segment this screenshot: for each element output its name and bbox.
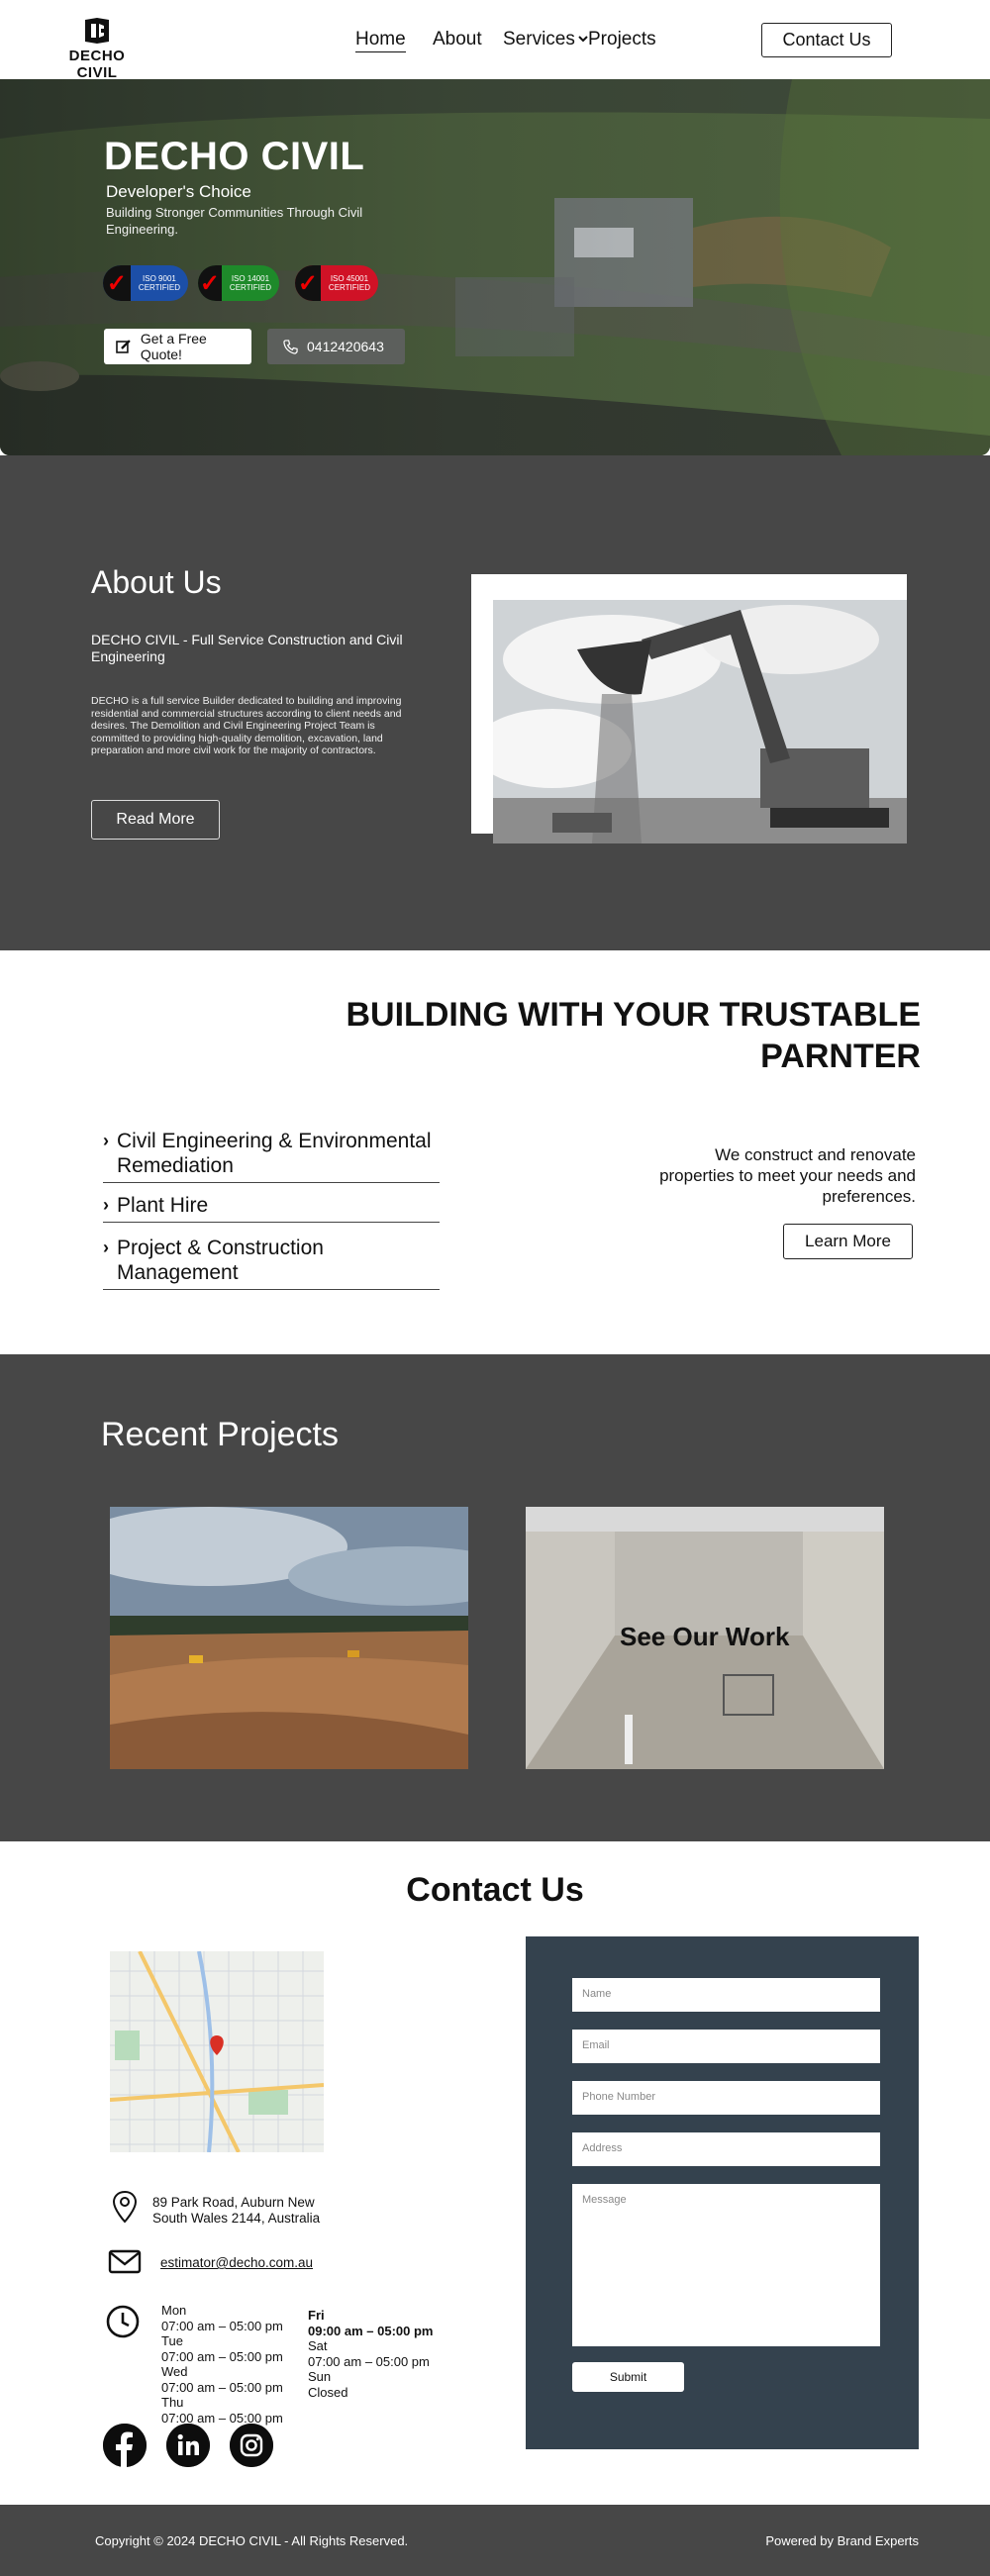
chevron-right-icon: › — [103, 1195, 109, 1215]
hours-time: 07:00 am – 05:00 pm — [161, 2318, 283, 2333]
nav-projects[interactable]: Projects — [588, 29, 656, 50]
hours-day: Fri — [308, 2308, 325, 2323]
about-section: About Us DECHO CIVIL - Full Service Cons… — [0, 455, 990, 950]
iso-9001-badge: ✓ ISO 9001 CERTIFIED — [103, 265, 188, 301]
hours-day: Wed — [161, 2364, 188, 2379]
free-quote-button[interactable]: Get a Free Quote! — [104, 329, 251, 364]
iso-45001-badge: ✓ ISO 45001 CERTIFIED — [295, 265, 378, 301]
linkedin-link[interactable] — [166, 2424, 210, 2467]
service-item-project-management[interactable]: › Project & Construction Management — [103, 1236, 440, 1290]
earthworks-image — [110, 1507, 468, 1769]
badge-sub: CERTIFIED — [328, 283, 370, 292]
facebook-link[interactable] — [103, 2424, 147, 2467]
read-more-button[interactable]: Read More — [91, 800, 220, 840]
hours-day: Mon — [161, 2303, 187, 2318]
badge-sub: CERTIFIED — [138, 283, 180, 292]
learn-more-button[interactable]: Learn More — [783, 1224, 913, 1259]
projects-section: Recent Projects See Our Work — [0, 1354, 990, 1841]
site-footer: Copyright © 2024 DECHO CIVIL - All Right… — [0, 2505, 990, 2576]
project-photo-1[interactable] — [110, 1507, 468, 1769]
message-field[interactable]: Message — [572, 2184, 880, 2346]
map-illustration — [110, 1951, 324, 2152]
service-label: Project & Construction Management — [117, 1237, 324, 1284]
hours-time: 09:00 am – 05:00 pm — [308, 2323, 434, 2338]
hours-time: 07:00 am – 05:00 pm — [161, 2379, 283, 2395]
address-field[interactable]: Address — [572, 2132, 880, 2166]
badge-label: ISO 45001 — [330, 274, 369, 283]
email-field[interactable]: Email — [572, 2030, 880, 2063]
service-label: Plant Hire — [117, 1194, 209, 1217]
badge-label: ISO 9001 — [143, 274, 176, 283]
instagram-link[interactable] — [230, 2424, 273, 2467]
hero-section: DECHO CIVIL Developer's Choice Building … — [0, 79, 990, 455]
nav-home[interactable]: Home — [355, 29, 406, 52]
hours-day: Tue — [161, 2333, 183, 2348]
clock-icon — [106, 2305, 140, 2338]
projects-title: Recent Projects — [101, 1416, 339, 1453]
hours-left: Mon 07:00 am – 05:00 pm Tue 07:00 am – 0… — [161, 2303, 290, 2426]
logo-text: DECHO CIVIL — [68, 48, 126, 81]
badge-sub: CERTIFIED — [229, 283, 271, 292]
service-item-plant-hire[interactable]: › Plant Hire — [103, 1193, 440, 1223]
chevron-right-icon: › — [103, 1131, 109, 1150]
excavator-illustration — [493, 600, 907, 843]
mail-icon — [108, 2249, 142, 2274]
facebook-icon — [103, 2424, 147, 2467]
chevron-right-icon: › — [103, 1238, 109, 1257]
hours-day: Sat — [308, 2338, 328, 2353]
hours-time: 07:00 am – 05:00 pm — [161, 2348, 283, 2364]
services-title: BUILDING WITH YOUR TRUSTABLE PARNTER — [346, 996, 922, 1075]
hours-day: Sun — [308, 2369, 332, 2384]
logo-mark-icon — [85, 18, 109, 44]
copyright-text: Copyright © 2024 DECHO CIVIL - All Right… — [95, 2533, 409, 2548]
phone-label: 0412420643 — [307, 339, 384, 354]
badge-label: ISO 14001 — [231, 274, 270, 283]
free-quote-label: Get a Free Quote! — [140, 331, 207, 362]
phone-icon — [283, 339, 298, 354]
hero-subtitle: Developer's Choice — [106, 182, 251, 201]
contact-address: 89 Park Road, Auburn New South Wales 214… — [152, 2195, 321, 2226]
phone-field[interactable]: Phone Number — [572, 2081, 880, 2115]
contact-us-button[interactable]: Contact Us — [761, 23, 892, 57]
services-blurb: We construct and renovate properties to … — [659, 1145, 916, 1206]
iso-14001-badge: ✓ ISO 14001 CERTIFIED — [198, 265, 279, 301]
excavator-photo — [493, 600, 907, 843]
instagram-icon — [230, 2424, 273, 2467]
hours-day: Thu — [161, 2395, 184, 2410]
nav-services[interactable]: Services — [503, 29, 589, 50]
linkedin-icon — [166, 2424, 210, 2467]
hours-time: Closed — [308, 2384, 348, 2400]
hours-right: Fri 09:00 am – 05:00 pm Sat 07:00 am – 0… — [308, 2308, 437, 2400]
about-title: About Us — [91, 564, 222, 600]
location-pin-icon — [112, 2190, 138, 2224]
logo[interactable]: DECHO CIVIL — [48, 16, 147, 81]
about-description: DECHO is a full service Builder dedicate… — [91, 695, 402, 756]
nav-about[interactable]: About — [433, 29, 482, 50]
phone-button[interactable]: 0412420643 — [267, 329, 405, 364]
about-tagline: DECHO CIVIL - Full Service Construction … — [91, 632, 403, 664]
contact-title: Contact Us — [406, 1871, 584, 1909]
edit-icon — [116, 340, 131, 353]
name-field[interactable]: Name — [572, 1978, 880, 2012]
submit-button[interactable]: Submit — [572, 2362, 684, 2392]
hours-time: 07:00 am – 05:00 pm — [308, 2353, 430, 2369]
powered-by-link[interactable]: Powered by Brand Experts — [765, 2533, 919, 2548]
see-our-work-link[interactable]: See Our Work — [620, 1622, 789, 1652]
check-icon: ✓ — [103, 265, 131, 301]
service-label: Civil Engineering & Environmental Remedi… — [117, 1130, 432, 1177]
site-header: DECHO CIVIL Home About Services Projects… — [0, 0, 990, 81]
nav-services-label: Services — [503, 29, 575, 50]
contact-section: Contact Us 89 Park Road, Auburn New Sout… — [0, 1841, 990, 2505]
service-item-civil[interactable]: › Civil Engineering & Environmental Reme… — [103, 1129, 440, 1183]
hero-description: Building Stronger Communities Through Ci… — [106, 205, 363, 237]
services-section: BUILDING WITH YOUR TRUSTABLE PARNTER › C… — [0, 950, 990, 1354]
location-map[interactable] — [110, 1951, 324, 2152]
hero-title: DECHO CIVIL — [104, 135, 365, 178]
contact-form: Name Email Phone Number Address Message … — [526, 1936, 919, 2449]
contact-email[interactable]: estimator@decho.com.au — [160, 2255, 313, 2271]
